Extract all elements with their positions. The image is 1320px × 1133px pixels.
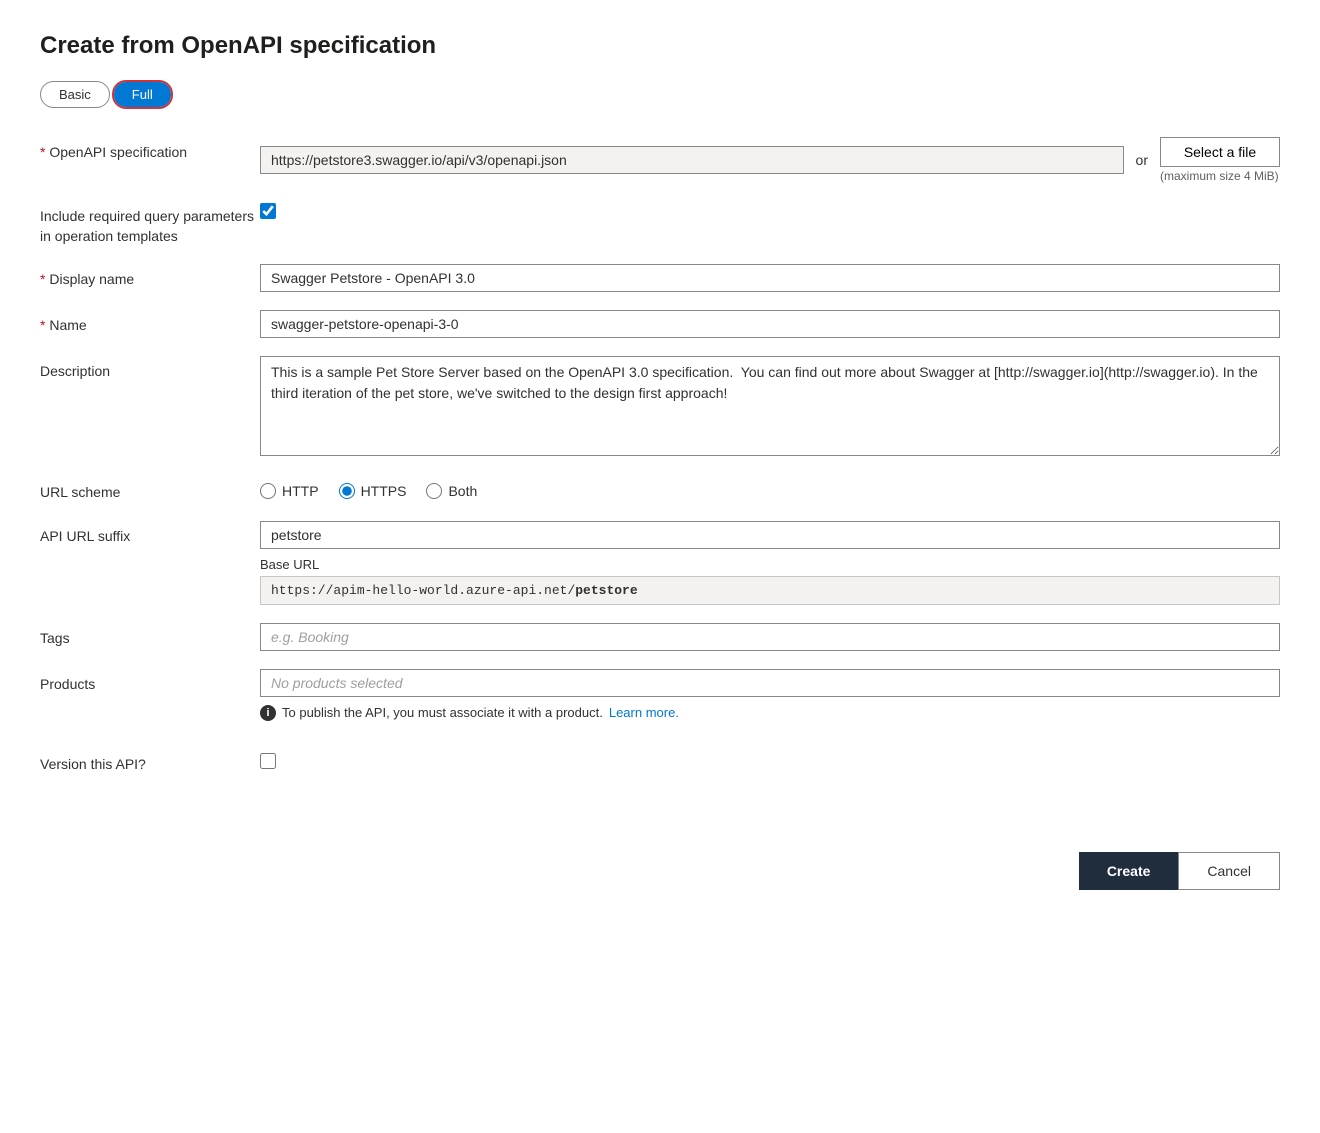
base-url-prefix: https://apim-hello-world.azure-api.net/ [271,583,575,598]
create-button[interactable]: Create [1079,852,1179,890]
info-icon: i [260,705,276,721]
url-scheme-label: URL scheme [40,477,260,503]
include-params-checkbox[interactable] [260,203,276,219]
tags-input[interactable] [260,623,1280,651]
url-scheme-https-text: HTTPS [361,483,407,499]
openapi-spec-label: OpenAPI specification [40,137,260,163]
include-params-checkbox-row [260,201,1280,219]
api-url-suffix-label: API URL suffix [40,521,260,547]
version-checkbox[interactable] [260,753,276,769]
display-name-row: Display name [40,264,1280,292]
base-url-suffix-display: petstore [575,583,637,598]
form: OpenAPI specification or Select a file (… [40,137,1280,792]
openapi-spec-input[interactable] [260,146,1124,174]
tab-full-outline: Full [112,80,173,109]
url-scheme-radio-group: HTTP HTTPS Both [260,477,1280,499]
name-row: Name [40,310,1280,338]
tab-toggle: Basic [40,81,110,108]
openapi-input-row: or Select a file (maximum size 4 MiB) [260,137,1280,183]
api-url-suffix-input[interactable] [260,521,1280,549]
page-title: Create from OpenAPI specification [40,32,1280,60]
or-text: or [1136,152,1148,168]
learn-more-link[interactable]: Learn more. [609,705,679,720]
url-scheme-http-label[interactable]: HTTP [260,483,319,499]
version-control [260,751,1280,772]
url-scheme-http-text: HTTP [282,483,319,499]
include-params-label: Include required query parameters in ope… [40,201,260,246]
base-url-box: https://apim-hello-world.azure-api.net/p… [260,576,1280,605]
api-url-suffix-control: Base URL https://apim-hello-world.azure-… [260,521,1280,605]
tab-full[interactable]: Full [114,82,171,107]
url-scheme-both-radio[interactable] [426,483,442,499]
api-url-suffix-row: API URL suffix Base URL https://apim-hel… [40,521,1280,605]
url-scheme-both-text: Both [448,483,477,499]
version-row: Version this API? [40,749,1280,775]
products-label: Products [40,669,260,695]
select-file-button[interactable]: Select a file [1160,137,1280,167]
description-row: Description This is a sample Pet Store S… [40,356,1280,459]
products-control: i To publish the API, you must associate… [260,669,1280,721]
footer-buttons: Create Cancel [40,852,1280,890]
base-url-label: Base URL [260,557,1280,572]
description-control: This is a sample Pet Store Server based … [260,356,1280,459]
cancel-button[interactable]: Cancel [1178,852,1280,890]
url-scheme-https-label[interactable]: HTTPS [339,483,407,499]
url-scheme-http-radio[interactable] [260,483,276,499]
publish-note: i To publish the API, you must associate… [260,705,1280,721]
description-textarea[interactable]: This is a sample Pet Store Server based … [260,356,1280,456]
tab-group: Basic Full [40,80,1280,109]
url-scheme-https-radio[interactable] [339,483,355,499]
name-input[interactable] [260,310,1280,338]
url-scheme-row: URL scheme HTTP HTTPS Both [40,477,1280,503]
openapi-spec-row: OpenAPI specification or Select a file (… [40,137,1280,183]
products-input[interactable] [260,669,1280,697]
name-label: Name [40,310,260,336]
publish-note-text: To publish the API, you must associate i… [282,705,603,720]
select-file-wrap: Select a file (maximum size 4 MiB) [1160,137,1280,183]
products-row: Products i To publish the API, you must … [40,669,1280,721]
name-control [260,310,1280,338]
base-url-section: Base URL https://apim-hello-world.azure-… [260,557,1280,605]
tab-basic[interactable]: Basic [41,82,109,107]
include-params-row: Include required query parameters in ope… [40,201,1280,246]
tags-label: Tags [40,623,260,649]
url-scheme-both-label[interactable]: Both [426,483,477,499]
version-label: Version this API? [40,749,260,775]
url-scheme-control: HTTP HTTPS Both [260,477,1280,499]
tags-control [260,623,1280,651]
tags-row: Tags [40,623,1280,651]
display-name-control [260,264,1280,292]
include-params-control [260,201,1280,219]
max-size-text: (maximum size 4 MiB) [1160,169,1279,183]
display-name-label: Display name [40,264,260,290]
description-label: Description [40,356,260,382]
openapi-spec-control: or Select a file (maximum size 4 MiB) [260,137,1280,183]
display-name-input[interactable] [260,264,1280,292]
